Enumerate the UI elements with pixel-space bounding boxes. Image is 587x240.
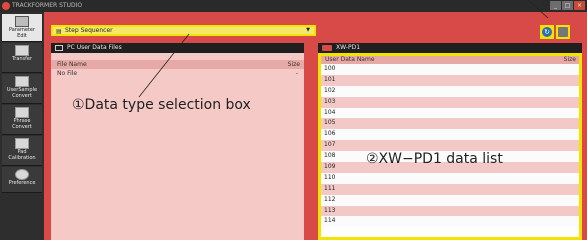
list-item[interactable]: 110: [321, 172, 579, 184]
file-size: -: [295, 70, 298, 77]
column-file-name[interactable]: File Name: [57, 60, 87, 69]
gear-icon: [15, 169, 29, 180]
sidebar-item-label: Phrase Convert: [12, 118, 32, 130]
window-title: TRACKFORMER STUDIO: [12, 2, 83, 9]
sidebar-item-preference[interactable]: Preference: [2, 167, 42, 193]
pc-user-data-panel: PC User Data Files File Name Size No Fil…: [51, 43, 304, 240]
list-item[interactable]: 112: [321, 194, 579, 206]
app-icon: [2, 2, 10, 10]
minimize-button[interactable]: _: [550, 1, 561, 10]
refresh-button[interactable]: ↻: [540, 25, 554, 39]
annotation-data-type: ①Data type selection box: [72, 97, 251, 113]
sidebar-item-label: Transfer: [11, 56, 33, 62]
list-item[interactable]: 111: [321, 183, 579, 195]
annotation-data-list: ②XW−PD1 data list: [366, 151, 503, 167]
window-controls: _ □ ×: [550, 1, 585, 10]
list-item[interactable]: 100: [321, 64, 579, 75]
sequencer-icon: ▤: [56, 28, 62, 35]
xw-rows: 100 101 102 103 104 105 106 107 108 109 110 111 112 1…: [321, 64, 579, 228]
list-item[interactable]: 106: [321, 129, 579, 141]
sidebar-item-phrase-convert[interactable]: Phrase Convert: [2, 105, 42, 135]
xw-pd1-panel: XW-PD1 User Data Name Size 100 101 102 103 1…: [318, 43, 582, 240]
delete-button[interactable]: [556, 25, 570, 39]
transfer-icon: [15, 45, 29, 56]
xw-panel-title: XW-PD1: [336, 44, 361, 51]
refresh-icon: ↻: [542, 27, 552, 37]
pad-calibration-icon: [15, 138, 29, 149]
column-size[interactable]: Size: [288, 60, 300, 69]
sidebar-item-label: Parameter Edit: [8, 27, 35, 39]
chevron-down-icon[interactable]: ▼: [306, 27, 310, 33]
sidebar-item-label: Preference: [8, 180, 36, 186]
user-sample-convert-icon: [15, 76, 29, 87]
list-item[interactable]: 103: [321, 96, 579, 108]
list-item[interactable]: 101: [321, 74, 579, 86]
close-button[interactable]: ×: [574, 1, 585, 10]
sidebar-item-pad-calibration[interactable]: Pad Calibration: [2, 136, 42, 166]
data-type-value: Step Sequencer: [65, 27, 113, 34]
pc-panel-header: PC User Data Files: [51, 43, 304, 53]
main-area: ▤ Step Sequencer ▼ PC User Data Files Fi…: [44, 12, 587, 240]
sidebar-item-label: UserSample Convert: [6, 87, 38, 99]
computer-icon: [55, 45, 63, 51]
trash-icon: [558, 27, 568, 37]
pc-panel-title: PC User Data Files: [67, 44, 122, 51]
xw-panel-header: XW-PD1: [318, 43, 582, 53]
list-item[interactable]: No File -: [51, 69, 304, 78]
list-item[interactable]: 107: [321, 140, 579, 152]
parameter-edit-icon: [15, 16, 29, 27]
pc-column-header: File Name Size: [51, 60, 304, 69]
data-type-select[interactable]: ▤ Step Sequencer ▼: [51, 25, 316, 36]
column-size[interactable]: Size: [564, 56, 576, 64]
maximize-button[interactable]: □: [562, 1, 573, 10]
list-item[interactable]: 105: [321, 118, 579, 130]
list-item[interactable]: 114: [321, 216, 579, 228]
file-name: No File: [57, 70, 78, 77]
list-item[interactable]: 102: [321, 85, 579, 97]
sidebar-item-parameter-edit[interactable]: Parameter Edit: [2, 14, 42, 42]
xw-data-list[interactable]: User Data Name Size 100 101 102 103 104 105 10…: [318, 53, 582, 240]
sidebar-item-label: Pad Calibration: [8, 149, 36, 161]
device-icon: [322, 45, 332, 51]
phrase-convert-icon: [15, 107, 29, 118]
column-user-data-name[interactable]: User Data Name: [325, 56, 375, 64]
sidebar-item-transfer[interactable]: Transfer: [2, 43, 42, 73]
list-item[interactable]: 113: [321, 205, 579, 217]
sidebar-item-usersample-convert[interactable]: UserSample Convert: [2, 74, 42, 104]
sidebar: Parameter Edit Transfer UserSample Conve…: [0, 12, 44, 240]
xw-column-header: User Data Name Size: [321, 56, 579, 64]
list-item[interactable]: 104: [321, 107, 579, 119]
title-bar: TRACKFORMER STUDIO _ □ ×: [0, 0, 587, 12]
